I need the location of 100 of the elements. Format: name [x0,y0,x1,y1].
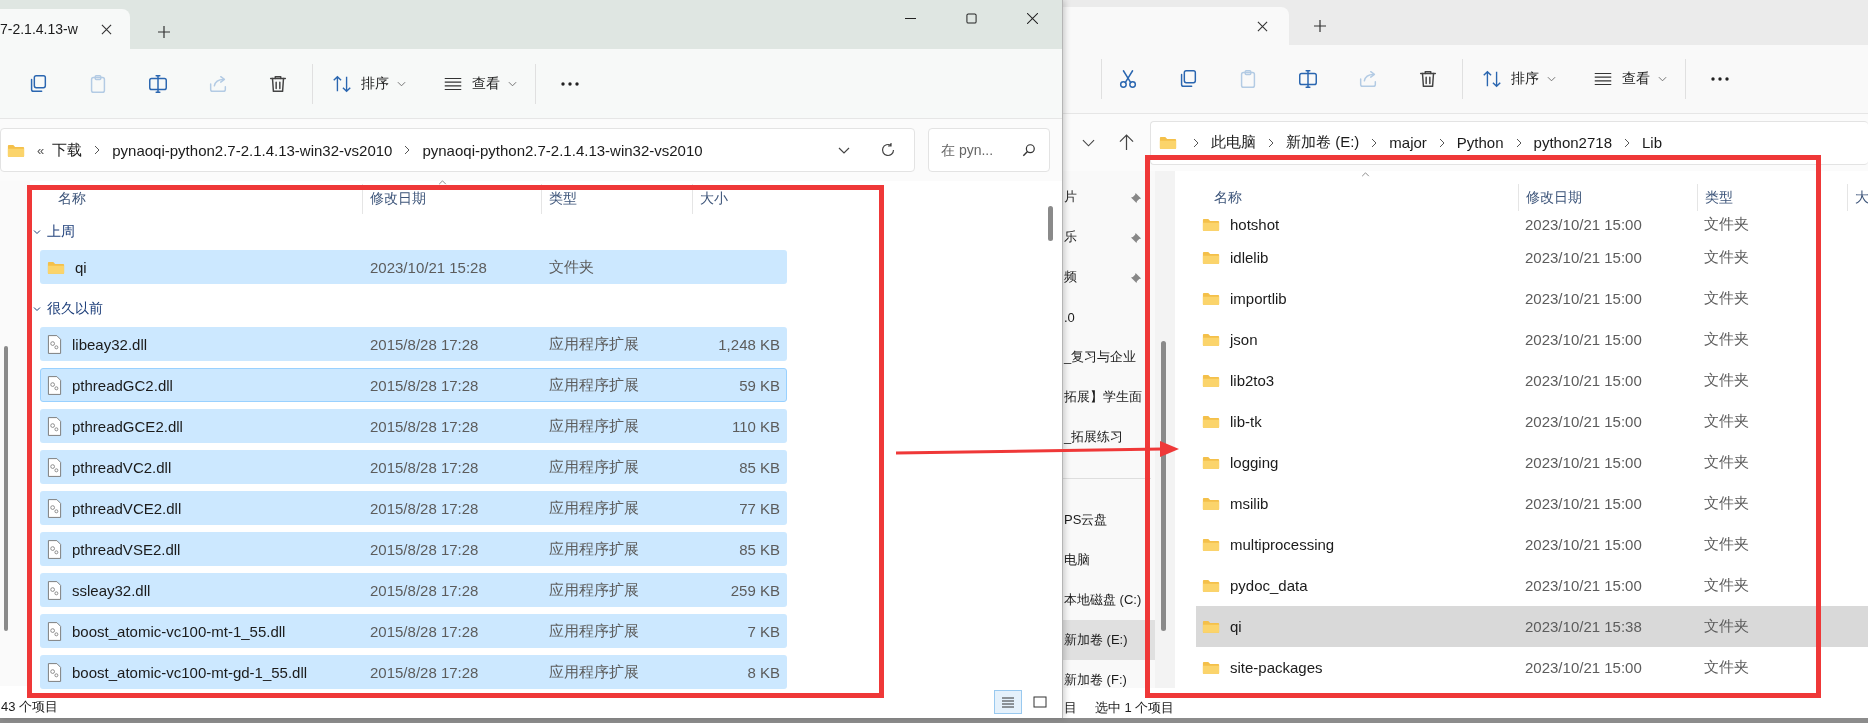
breadcrumb-item[interactable]: 新加卷 (E:) [1282,133,1364,152]
sort-icon [1481,68,1503,90]
breadcrumb-item[interactable]: 此电脑 [1207,133,1260,152]
close-icon[interactable] [101,23,112,35]
window-tab[interactable]: 7-2.1.4.13-w [0,9,130,49]
column-header[interactable]: 名称 [1196,184,1518,211]
breadcrumb-item[interactable]: pynaoqi-python2.7-2.1.4.13-win32-vs2010 [418,141,707,159]
sort-button[interactable]: 排序 [1481,59,1556,99]
folder-row[interactable]: hotshot 2023/10/21 15:00 文件夹 [1196,211,1868,237]
scrollbar-thumb[interactable] [1161,341,1166,631]
file-row[interactable]: pthreadVC2.dll 2015/8/28 17:28 应用程序扩展 85 KB [40,450,787,484]
chevron-icon [1547,76,1556,82]
folder-row[interactable]: logging 2023/10/21 15:00 文件夹 [1196,442,1868,483]
column-header[interactable]: 类型 [541,184,692,214]
nav-item[interactable]: _拓展练习 [1063,417,1155,457]
more-icon[interactable] [560,81,580,86]
folder-row[interactable]: msilib 2023/10/21 15:00 文件夹 [1196,483,1868,524]
file-gear-icon [47,580,62,600]
file-row[interactable]: pthreadVCE2.dll 2015/8/28 17:28 应用程序扩展 77 KB [40,491,787,525]
file-row[interactable]: pthreadGCE2.dll 2015/8/28 17:28 应用程序扩展 110 KB [40,409,787,443]
modified-date: 2023/10/21 15:00 [1524,215,1643,233]
file-row[interactable]: boost_atomic-vc100-mt-gd-1_55.dll 2015/8/28 17:28 应用程序扩展 8 KB [40,655,787,689]
nav-item[interactable]: 乐 [1063,217,1155,257]
column-header[interactable]: 大 [1847,184,1868,211]
group-header[interactable]: 很久以前 [32,291,1040,327]
nav-item[interactable]: 频 [1063,257,1155,297]
file-name: msilib [1230,495,1269,512]
plus-icon[interactable] [158,25,170,38]
file-name: qi [1230,618,1242,635]
folder-row[interactable]: json 2023/10/21 15:00 文件夹 [1196,319,1868,360]
file-name: boost_atomic-vc100-mt-1_55.dll [72,622,286,640]
file-gear-icon [47,334,62,354]
folder-icon [1202,414,1220,429]
nav-item[interactable]: PS云盘 [1063,500,1155,540]
nav-item[interactable]: 本地磁盘 (C:) [1063,580,1155,620]
file-row[interactable]: pthreadVSE2.dll 2015/8/28 17:28 应用程序扩展 85 KB [40,532,787,566]
scrollbar-thumb[interactable] [4,346,8,631]
details-view-button[interactable] [994,690,1022,714]
column-header[interactable]: 修改日期 [362,184,541,214]
up-arrow-icon[interactable] [1119,134,1134,151]
folder-row[interactable]: lib-tk 2023/10/21 15:00 文件夹 [1196,401,1868,442]
folder-icon [7,142,25,158]
trash-icon [1417,68,1439,90]
chevron-icon [1268,137,1274,148]
chevron-icon[interactable] [838,146,850,154]
folder-icon [1202,455,1220,470]
file-row[interactable]: pthreadGC2.dll 2015/8/28 17:28 应用程序扩展 59 KB [40,368,787,402]
folder-row[interactable]: site-packages 2023/10/21 15:00 文件夹 [1196,647,1868,688]
refresh-icon[interactable] [880,142,896,158]
address-bar[interactable]: 此电脑 新加卷 (E:) major Python python2718 Lib [1150,120,1868,165]
column-header[interactable]: 类型 [1697,184,1847,211]
group-header[interactable]: 上周 [32,214,1040,250]
breadcrumb-item[interactable]: 下载 [48,140,87,160]
file-row[interactable]: qi 2023/10/21 15:28 文件夹 [40,250,787,284]
nav-item[interactable]: 新加卷 (F:) [1063,660,1155,688]
folder-row[interactable]: importlib 2023/10/21 15:00 文件夹 [1196,278,1868,319]
file-type: 文件夹 [548,257,595,277]
column-header[interactable]: 大小 [692,184,787,214]
scrollbar-thumb[interactable] [1048,206,1053,241]
nav-item[interactable]: .0 [1063,297,1155,337]
chevron-icon [1438,137,1445,148]
folder-row[interactable]: qi 2023/10/21 15:38 文件夹 [1196,606,1868,647]
chevron-icon [508,80,517,87]
sort-button[interactable]: 排序 [331,63,406,104]
folder-row[interactable]: multiprocessing 2023/10/21 15:00 文件夹 [1196,524,1868,565]
file-type: 应用程序扩展 [548,375,640,395]
file-type: 文件夹 [1703,289,1750,308]
column-header[interactable]: 修改日期 [1518,184,1697,211]
file-gear-icon [47,662,62,682]
nav-item[interactable]: 新加卷 (E:) [1063,620,1155,660]
nav-item[interactable]: 片 [1063,177,1155,217]
file-name: pthreadGCE2.dll [72,417,183,435]
view-button[interactable]: 查看 [442,63,517,104]
file-type: 应用程序扩展 [548,662,640,682]
maximize-icon[interactable] [966,12,977,24]
file-row[interactable]: ssleay32.dll 2015/8/28 17:28 应用程序扩展 259 KB [40,573,787,607]
view-button[interactable]: 查看 [1592,59,1667,99]
folder-row[interactable]: lib2to3 2023/10/21 15:00 文件夹 [1196,360,1868,401]
close-icon[interactable] [1027,12,1038,24]
nav-item[interactable]: _复习与企业 [1063,337,1155,377]
chevron-icon[interactable] [1082,138,1095,147]
plus-icon[interactable] [1314,19,1326,32]
address-bar[interactable]: « 下载 pynaoqi-python2.7-2.1.4.13-win32-vs2010 pynaoqi-python2.7-2.1.4.13-win32-vs2010 [0,128,915,172]
breadcrumb-item[interactable]: pynaoqi-python2.7-2.1.4.13-win32-vs2010 [108,141,397,159]
more-icon[interactable] [1710,77,1730,81]
file-size: 1,248 KB [717,335,781,353]
breadcrumb-item[interactable]: Python [1452,134,1508,151]
search-field[interactable]: 在 pyn... [928,128,1050,172]
close-icon[interactable] [1257,20,1268,32]
folder-row[interactable]: idlelib 2023/10/21 15:00 文件夹 [1196,237,1868,278]
breadcrumb-item[interactable]: Lib [1637,134,1666,151]
breadcrumb-item[interactable]: major [1385,134,1431,151]
file-row[interactable]: boost_atomic-vc100-mt-1_55.dll 2015/8/28 17:28 应用程序扩展 7 KB [40,614,787,648]
folder-row[interactable]: pydoc_data 2023/10/21 15:00 文件夹 [1196,565,1868,606]
breadcrumb-item[interactable]: python2718 [1529,134,1616,151]
column-header[interactable]: 名称 [40,184,362,214]
breadcrumb-overflow[interactable]: « [33,142,49,158]
file-row[interactable]: libeay32.dll 2015/8/28 17:28 应用程序扩展 1,248 KB [40,327,787,361]
nav-item[interactable]: 拓展】学生面 [1063,377,1155,417]
nav-item[interactable]: 电脑 [1063,540,1155,580]
